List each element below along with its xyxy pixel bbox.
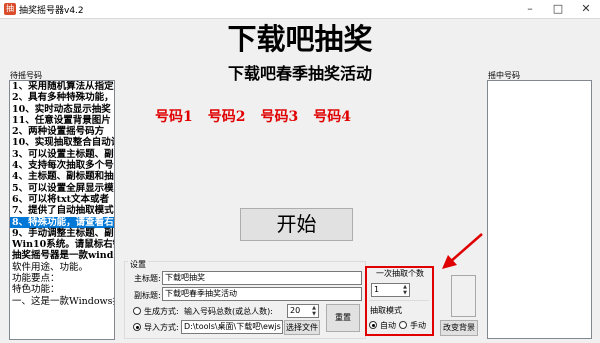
window-title: 抽奖摇号器v4.2 <box>19 6 84 16</box>
import-path-input[interactable]: D:\tools\桌面\下载吧\ewjs <box>181 320 283 334</box>
number-slot-2: 号码2 <box>207 109 246 125</box>
list-item-selected[interactable]: 8、特殊功能，请查看右 <box>10 216 114 228</box>
generate-mode-radio[interactable] <box>133 307 141 315</box>
import-mode-label: 导入方式: <box>144 323 179 332</box>
number-slot-1: 号码1 <box>155 109 193 125</box>
sub-title-input[interactable]: 下载吧春季抽奖活动 <box>162 287 362 301</box>
spinner-arrows-icon[interactable]: ▲ ▼ <box>310 305 318 317</box>
draw-panel-divider <box>369 300 429 301</box>
main-title: 下载吧抽奖 <box>227 22 373 56</box>
start-button[interactable]: 开始 <box>240 208 353 241</box>
list-item[interactable]: 软件用途、功能。 <box>10 262 114 273</box>
reset-button[interactable]: 重置 <box>326 304 360 332</box>
settings-label: 设置 <box>128 259 148 270</box>
pending-numbers-list[interactable]: 1、采用随机算法从指定 2、具有多种特殊功能， 10、实时动态显示抽奖 11、任… <box>9 80 115 340</box>
list-item[interactable]: Win10系统。请鼠标右键 <box>10 239 114 250</box>
number-slots: 号码1 号码2 号码3 号码4 <box>155 106 351 126</box>
app-icon: 抽 <box>4 3 16 15</box>
list-item[interactable]: 9、手动调整主标题、副 <box>10 228 114 239</box>
close-button[interactable]: ✕ <box>572 0 600 18</box>
list-item[interactable]: 1、采用随机算法从指定 <box>10 81 114 92</box>
list-item[interactable]: 3、可以设置主标题、副 <box>10 149 114 160</box>
sub-title-label: 副标题: <box>134 291 161 300</box>
list-item[interactable]: 7、提供了自动抽取模式 <box>10 205 114 216</box>
list-item[interactable]: 6、可以将txt文本或者 <box>10 194 114 205</box>
generate-mode-label: 生成方式: <box>144 307 179 316</box>
number-slot-3: 号码3 <box>260 109 299 125</box>
list-item[interactable]: 5、可以设置全屏显示模 <box>10 183 114 194</box>
total-count-input[interactable]: 20 ▲ ▼ <box>287 304 319 318</box>
list-item[interactable]: 10、实时动态显示抽奖 <box>10 104 114 115</box>
total-count-value: 20 <box>290 306 301 315</box>
list-item[interactable]: 10、实现抽取整合自动计 <box>10 137 114 148</box>
list-item[interactable]: 特色功能： <box>10 284 114 295</box>
spinner-arrows-icon[interactable]: ▲ ▼ <box>401 284 409 296</box>
import-mode-radio[interactable] <box>133 323 141 331</box>
list-item[interactable]: 4、主标题、副标题和抽 <box>10 171 114 182</box>
list-item[interactable]: 抽奖摇号器是一款wind <box>10 250 114 261</box>
draw-count-value: 1 <box>374 285 380 294</box>
auto-mode-label: 自动 <box>380 321 396 330</box>
list-item[interactable]: 11、任意设置背景图片 <box>10 115 114 126</box>
minimize-button[interactable]: – <box>516 0 544 18</box>
manual-mode-radio[interactable] <box>399 321 407 329</box>
list-item[interactable]: 4、支持每次抽取多个号 <box>10 160 114 171</box>
draw-mode-label: 抽取模式 <box>370 306 402 315</box>
main-title-input[interactable]: 下载吧抽奖 <box>162 271 362 285</box>
draw-count-input[interactable]: 1 ▲ ▼ <box>371 283 410 297</box>
list-item[interactable]: 功能要点： <box>10 273 114 284</box>
main-title-label: 主标题: <box>134 274 161 283</box>
change-background-button[interactable]: 改变背景 <box>440 320 478 336</box>
list-item[interactable]: 2、两种设置摇号码方 <box>10 126 114 137</box>
list-item[interactable]: 一、这是一款Windows抽 <box>10 296 114 307</box>
red-arrow-icon <box>442 233 483 269</box>
background-preview <box>451 275 476 317</box>
list-item[interactable]: 2、具有多种特殊功能， <box>10 92 114 103</box>
title-bar: 抽 抽奖摇号器v4.2 – □ ✕ <box>0 0 600 19</box>
maximize-button[interactable]: □ <box>544 0 572 18</box>
auto-mode-radio[interactable] <box>369 321 377 329</box>
choose-file-button[interactable]: 选择文件 <box>284 320 320 335</box>
number-slot-4: 号码4 <box>313 109 351 125</box>
drawn-numbers-list[interactable] <box>487 80 592 339</box>
draw-count-label: 一次抽取个数 <box>376 269 424 278</box>
manual-mode-label: 手动 <box>410 321 426 330</box>
total-count-hint: 输入号码总数(或总人数): <box>184 307 273 316</box>
